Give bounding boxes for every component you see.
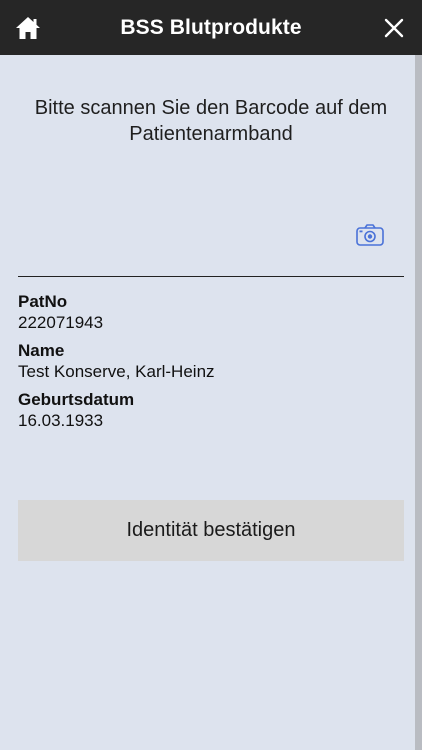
app-window: BSS Blutprodukte Bitte scannen Sie den B… bbox=[0, 0, 422, 750]
close-icon bbox=[384, 18, 404, 38]
scrollbar[interactable] bbox=[415, 55, 422, 750]
camera-icon bbox=[356, 224, 384, 246]
top-bar: BSS Blutprodukte bbox=[0, 0, 422, 55]
patient-info: PatNo 222071943 Name Test Konserve, Karl… bbox=[18, 291, 404, 438]
birthdate-label: Geburtsdatum bbox=[18, 390, 135, 409]
scan-instruction: Bitte scannen Sie den Barcode auf dem Pa… bbox=[34, 97, 388, 145]
home-icon bbox=[16, 17, 40, 39]
patno-value: 222071943 bbox=[18, 313, 104, 332]
main-content: Bitte scannen Sie den Barcode auf dem Pa… bbox=[18, 55, 404, 750]
divider bbox=[18, 276, 404, 277]
name-value: Test Konserve, Karl-Heinz bbox=[18, 362, 215, 381]
page-title: BSS Blutprodukte bbox=[120, 15, 302, 39]
name-label: Name bbox=[18, 341, 65, 360]
camera-button[interactable] bbox=[354, 219, 386, 251]
confirm-identity-button[interactable]: Identität bestätigen bbox=[18, 500, 404, 561]
home-button[interactable] bbox=[10, 10, 46, 46]
patno-label: PatNo bbox=[18, 292, 68, 311]
close-button[interactable] bbox=[376, 10, 412, 46]
birthdate-value: 16.03.1933 bbox=[18, 411, 104, 430]
